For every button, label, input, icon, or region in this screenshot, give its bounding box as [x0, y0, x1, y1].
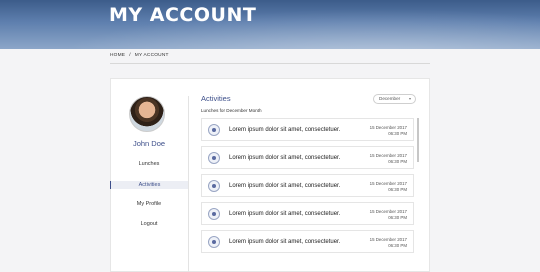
activity-text: Lorem ipsum dolor sit amet, consectetuer… [229, 183, 341, 189]
activity-icon [208, 152, 220, 164]
sidebar-divider [188, 96, 189, 272]
activity-text: Lorem ipsum dolor sit amet, consectetuer… [229, 127, 341, 133]
activity-time: 06:30 PM [388, 215, 407, 220]
activity-time: 06:30 PM [388, 131, 407, 136]
breadcrumb-home-link[interactable]: HOME [110, 53, 125, 58]
list-scrollbar[interactable] [417, 118, 419, 162]
activity-list[interactable]: Lorem ipsum dolor sit amet, consectetuer… [201, 118, 414, 272]
activity-datetime: 15 December 2017 06:30 PM [370, 153, 407, 165]
activity-datetime: 15 December 2017 06:30 PM [370, 125, 407, 137]
activity-time: 06:30 PM [388, 187, 407, 192]
list-item[interactable]: Lorem ipsum dolor sit amet, consectetuer… [201, 202, 414, 225]
activity-datetime: 15 December 2017 06:30 PM [370, 181, 407, 193]
activity-text: Lorem ipsum dolor sit amet, consectetuer… [229, 211, 341, 217]
activity-icon [208, 180, 220, 192]
month-select-value: December [379, 96, 401, 101]
activity-datetime: 15 December 2017 06:30 PM [370, 237, 407, 249]
breadcrumb-divider [110, 63, 430, 64]
list-item[interactable]: Lorem ipsum dolor sit amet, consectetuer… [201, 174, 414, 197]
activity-text: Lorem ipsum dolor sit amet, consectetuer… [229, 239, 341, 245]
activity-text: Lorem ipsum dolor sit amet, consectetuer… [229, 155, 341, 161]
activity-icon [208, 236, 220, 248]
hero-banner: MY ACCOUNT [0, 0, 540, 49]
activity-datetime: 15 December 2017 06:30 PM [370, 209, 407, 221]
list-item[interactable]: Lorem ipsum dolor sit amet, consectetuer… [201, 230, 414, 253]
activity-icon [208, 208, 220, 220]
page-title: MY ACCOUNT [109, 4, 257, 26]
activities-heading: Activities [201, 94, 231, 103]
activity-time: 06:30 PM [388, 159, 407, 164]
sidebar-item-logout[interactable]: Logout [110, 221, 188, 227]
chevron-down-icon [409, 98, 411, 100]
activities-subtitle: Lunches for December Month [201, 108, 262, 113]
month-select[interactable]: December [373, 94, 416, 104]
avatar [129, 96, 165, 132]
activity-time: 06:30 PM [388, 243, 407, 248]
sidebar-item-activities[interactable]: Activities [110, 181, 188, 189]
sidebar-item-my-profile[interactable]: My Profile [110, 201, 188, 207]
list-item[interactable]: Lorem ipsum dolor sit amet, consectetuer… [201, 146, 414, 169]
sidebar-item-lunches[interactable]: Lunches [110, 161, 188, 167]
user-name: John Doe [132, 139, 166, 148]
list-item[interactable]: Lorem ipsum dolor sit amet, consectetuer… [201, 118, 414, 141]
breadcrumb: HOME / MY ACCOUNT [110, 53, 173, 58]
breadcrumb-current: MY ACCOUNT [134, 53, 169, 58]
breadcrumb-separator: / [129, 53, 131, 58]
activity-icon [208, 124, 220, 136]
